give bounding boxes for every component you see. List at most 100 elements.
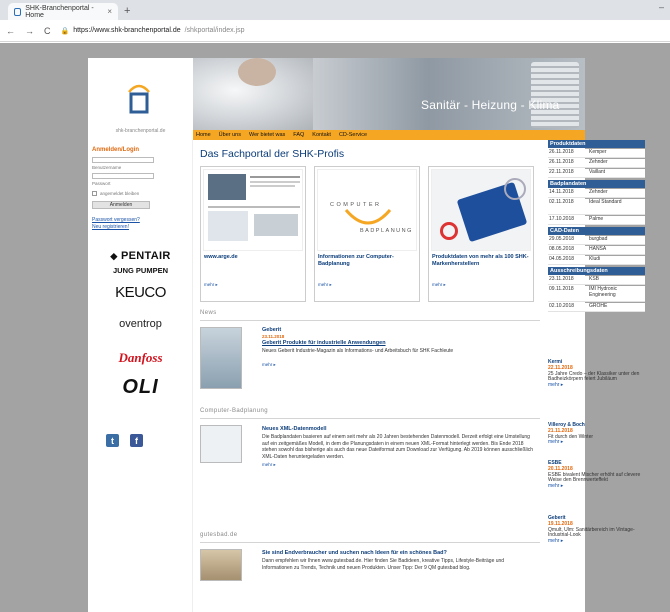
row-name: Zehnder xyxy=(589,159,608,165)
row-name: IMI Hydronic Engineering xyxy=(589,286,618,298)
register-link[interactable]: Neu registrieren! xyxy=(92,224,129,230)
card-produktdaten[interactable]: Produktdaten von mehr als 100 SHK-Marken… xyxy=(428,166,534,302)
badplandaten-row[interactable]: 17.10.2018 Palme xyxy=(548,216,645,225)
side-news-more-link[interactable]: mehr ▸ xyxy=(548,440,645,446)
radiator-image xyxy=(531,62,579,128)
section-header-computer-badplanung: Computer-Badplanung xyxy=(200,408,540,419)
login-button[interactable]: Anmelden xyxy=(92,201,150,209)
tab-title: SHK-Branchenportal - Home xyxy=(25,4,94,19)
remember-checkbox[interactable] xyxy=(92,191,97,196)
more-link[interactable]: mehr ▸ xyxy=(318,282,332,288)
news-text: Neues Geberit Industrie-Magazin als Info… xyxy=(262,348,454,354)
news-title[interactable]: Geberit Produkte für industrielle Anwend… xyxy=(262,340,536,346)
browser-tab[interactable]: SHK-Branchenportal - Home × xyxy=(8,3,118,20)
login-title: Anmelden/Login xyxy=(92,147,139,153)
row-date: 02.10.2018 xyxy=(549,303,575,309)
right-sidebar: Produktdaten 26.11.2018 Kemper 26.11.2018… xyxy=(548,140,645,612)
ausschreibungsdaten-row[interactable]: 02.10.2018 GROHE xyxy=(548,303,645,312)
reload-icon[interactable]: C xyxy=(44,26,51,36)
brand-jung-pumpen[interactable]: JUNG PUMPEN xyxy=(88,266,193,275)
row-name: Vaillant xyxy=(589,169,606,175)
nav-faq[interactable]: FAQ xyxy=(293,132,304,138)
side-news-esbe[interactable]: ESBE 20.11.2018 ESBE bivalent Mischer er… xyxy=(548,460,645,490)
news-title[interactable]: Neues XML-Datenmodell xyxy=(262,426,536,432)
news-image[interactable] xyxy=(200,327,242,389)
brand-pentair[interactable]: ◆ PENTAIR xyxy=(88,250,193,262)
nav-cd-service[interactable]: CD-Service xyxy=(339,132,367,138)
nav-wer-bietet-was[interactable]: Wer bietet was xyxy=(249,132,285,138)
main-content: Das Fachportal der SHK-Profis www.arge.d… xyxy=(196,140,544,612)
back-icon[interactable]: ← xyxy=(6,26,15,36)
site-logo[interactable]: shk-branchenportal.de xyxy=(88,58,193,140)
side-news-more-link[interactable]: mehr ▸ xyxy=(548,483,645,490)
news-text: Dann empfehlen wir Ihnen www.gutesbad.de… xyxy=(262,558,505,571)
brand-oli[interactable]: OLI xyxy=(88,376,193,399)
brand-danfoss[interactable]: Danfoss xyxy=(88,350,193,366)
news-company[interactable]: Geberit xyxy=(262,327,536,333)
badplandaten-row[interactable]: 14.11.2018 Zehnder xyxy=(548,189,645,198)
side-news-more-link[interactable]: mehr ▸ xyxy=(548,382,645,389)
row-date: 29.05.2018 xyxy=(549,236,575,242)
nav-ueber-uns[interactable]: Über uns xyxy=(219,132,241,138)
username-label: Benutzername xyxy=(92,165,122,170)
row-date: 22.11.2018 xyxy=(549,169,574,175)
facebook-icon[interactable]: f xyxy=(130,434,143,447)
news-more-link[interactable]: mehr ▸ xyxy=(262,462,536,468)
ausschreibungsdaten-row[interactable]: 23.11.2018 KSB xyxy=(548,276,645,285)
produktdaten-header[interactable]: Produktdaten xyxy=(548,140,645,148)
badplandaten-row[interactable]: 02.11.2018 Ideal Standard xyxy=(548,199,645,215)
nav-home[interactable]: Home xyxy=(196,132,211,138)
browser-tab-strip: SHK-Branchenportal - Home × + – xyxy=(0,0,670,20)
produktdaten-row[interactable]: 26.11.2018 Kemper xyxy=(548,149,645,158)
ausschreibungsdaten-header[interactable]: Ausschreibungsdaten xyxy=(548,267,645,275)
username-field[interactable] xyxy=(92,157,154,163)
forgot-password-link[interactable]: Passwort vergessen? xyxy=(92,217,140,223)
row-date: 23.11.2018 xyxy=(549,276,574,282)
news-title[interactable]: Sie sind Endverbraucher und suchen nach … xyxy=(262,550,536,556)
pentair-diamond-icon: ◆ xyxy=(110,251,118,261)
badplandaten-header[interactable]: Badplandaten xyxy=(548,180,645,188)
tumblr-icon[interactable]: t xyxy=(106,434,119,447)
brand-pentair-label: PENTAIR xyxy=(121,250,171,262)
row-name: Kludi xyxy=(589,256,601,262)
person-image xyxy=(238,58,276,86)
card-computer-badplanung[interactable]: COMPUTER BADPLANUNG Informationen zur Co… xyxy=(314,166,420,302)
password-field[interactable] xyxy=(92,173,154,179)
card-arge[interactable]: www.arge.de mehr ▸ xyxy=(200,166,306,302)
lock-icon: 🔒 xyxy=(60,27,70,35)
more-link[interactable]: mehr ▸ xyxy=(204,282,218,288)
row-name: Kemper xyxy=(589,149,607,155)
produktdaten-row[interactable]: 22.11.2018 Vaillant xyxy=(548,169,645,178)
produktdaten-thumbnail xyxy=(431,169,531,251)
side-news-more-link[interactable]: mehr ▸ xyxy=(548,538,645,545)
close-tab-icon[interactable]: × xyxy=(107,7,112,16)
minimize-window-button[interactable]: – xyxy=(659,2,664,12)
side-news-villeroy[interactable]: Villeroy & Boch 21.11.2018 Fit durch den… xyxy=(548,422,645,446)
news-more-link[interactable]: mehr ▸ xyxy=(262,362,536,368)
row-date: 04.05.2018 xyxy=(549,256,575,262)
forward-icon[interactable]: → xyxy=(25,26,34,36)
side-news-kermi[interactable]: Kermi 22.11.2018 25 Jahre Credo – der Kl… xyxy=(548,359,645,389)
badplanung-swoosh-icon xyxy=(344,209,392,225)
produktdaten-row[interactable]: 26.11.2018 Zehnder xyxy=(548,159,645,168)
row-date: 08.05.2018 xyxy=(549,246,575,252)
cad-daten-row[interactable]: 08.05.2018 HANSA xyxy=(548,246,645,255)
row-date: 17.10.2018 xyxy=(549,216,575,222)
row-name: Palme xyxy=(589,216,604,222)
computer-badplanung-thumbnail: COMPUTER BADPLANUNG xyxy=(317,169,417,251)
cad-daten-row[interactable]: 04.05.2018 Kludi xyxy=(548,256,645,265)
news-image[interactable] xyxy=(200,425,242,463)
url-field[interactable]: 🔒 https://www.shk-branchenportal.de/shkp… xyxy=(61,27,245,35)
cad-daten-row[interactable]: 29.05.2018 burgbad xyxy=(548,236,645,245)
news-image[interactable] xyxy=(200,549,242,581)
cad-daten-header[interactable]: CAD-Daten xyxy=(548,227,645,235)
row-name: Ideal Standard xyxy=(589,199,622,205)
nav-kontakt[interactable]: Kontakt xyxy=(312,132,331,138)
computer-logo-bottom: BADPLANUNG xyxy=(360,228,413,234)
brand-oventrop[interactable]: oventrop xyxy=(88,318,193,330)
brand-keuco[interactable]: KEUCO xyxy=(88,284,193,301)
ausschreibungsdaten-row[interactable]: 09.11.2018 IMI Hydronic Engineering xyxy=(548,286,645,302)
more-link[interactable]: mehr ▸ xyxy=(432,282,446,288)
new-tab-button[interactable]: + xyxy=(124,5,130,17)
side-news-geberit[interactable]: Geberit 19.11.2018 Qmult, Ulm: Sanitärbe… xyxy=(548,515,645,545)
